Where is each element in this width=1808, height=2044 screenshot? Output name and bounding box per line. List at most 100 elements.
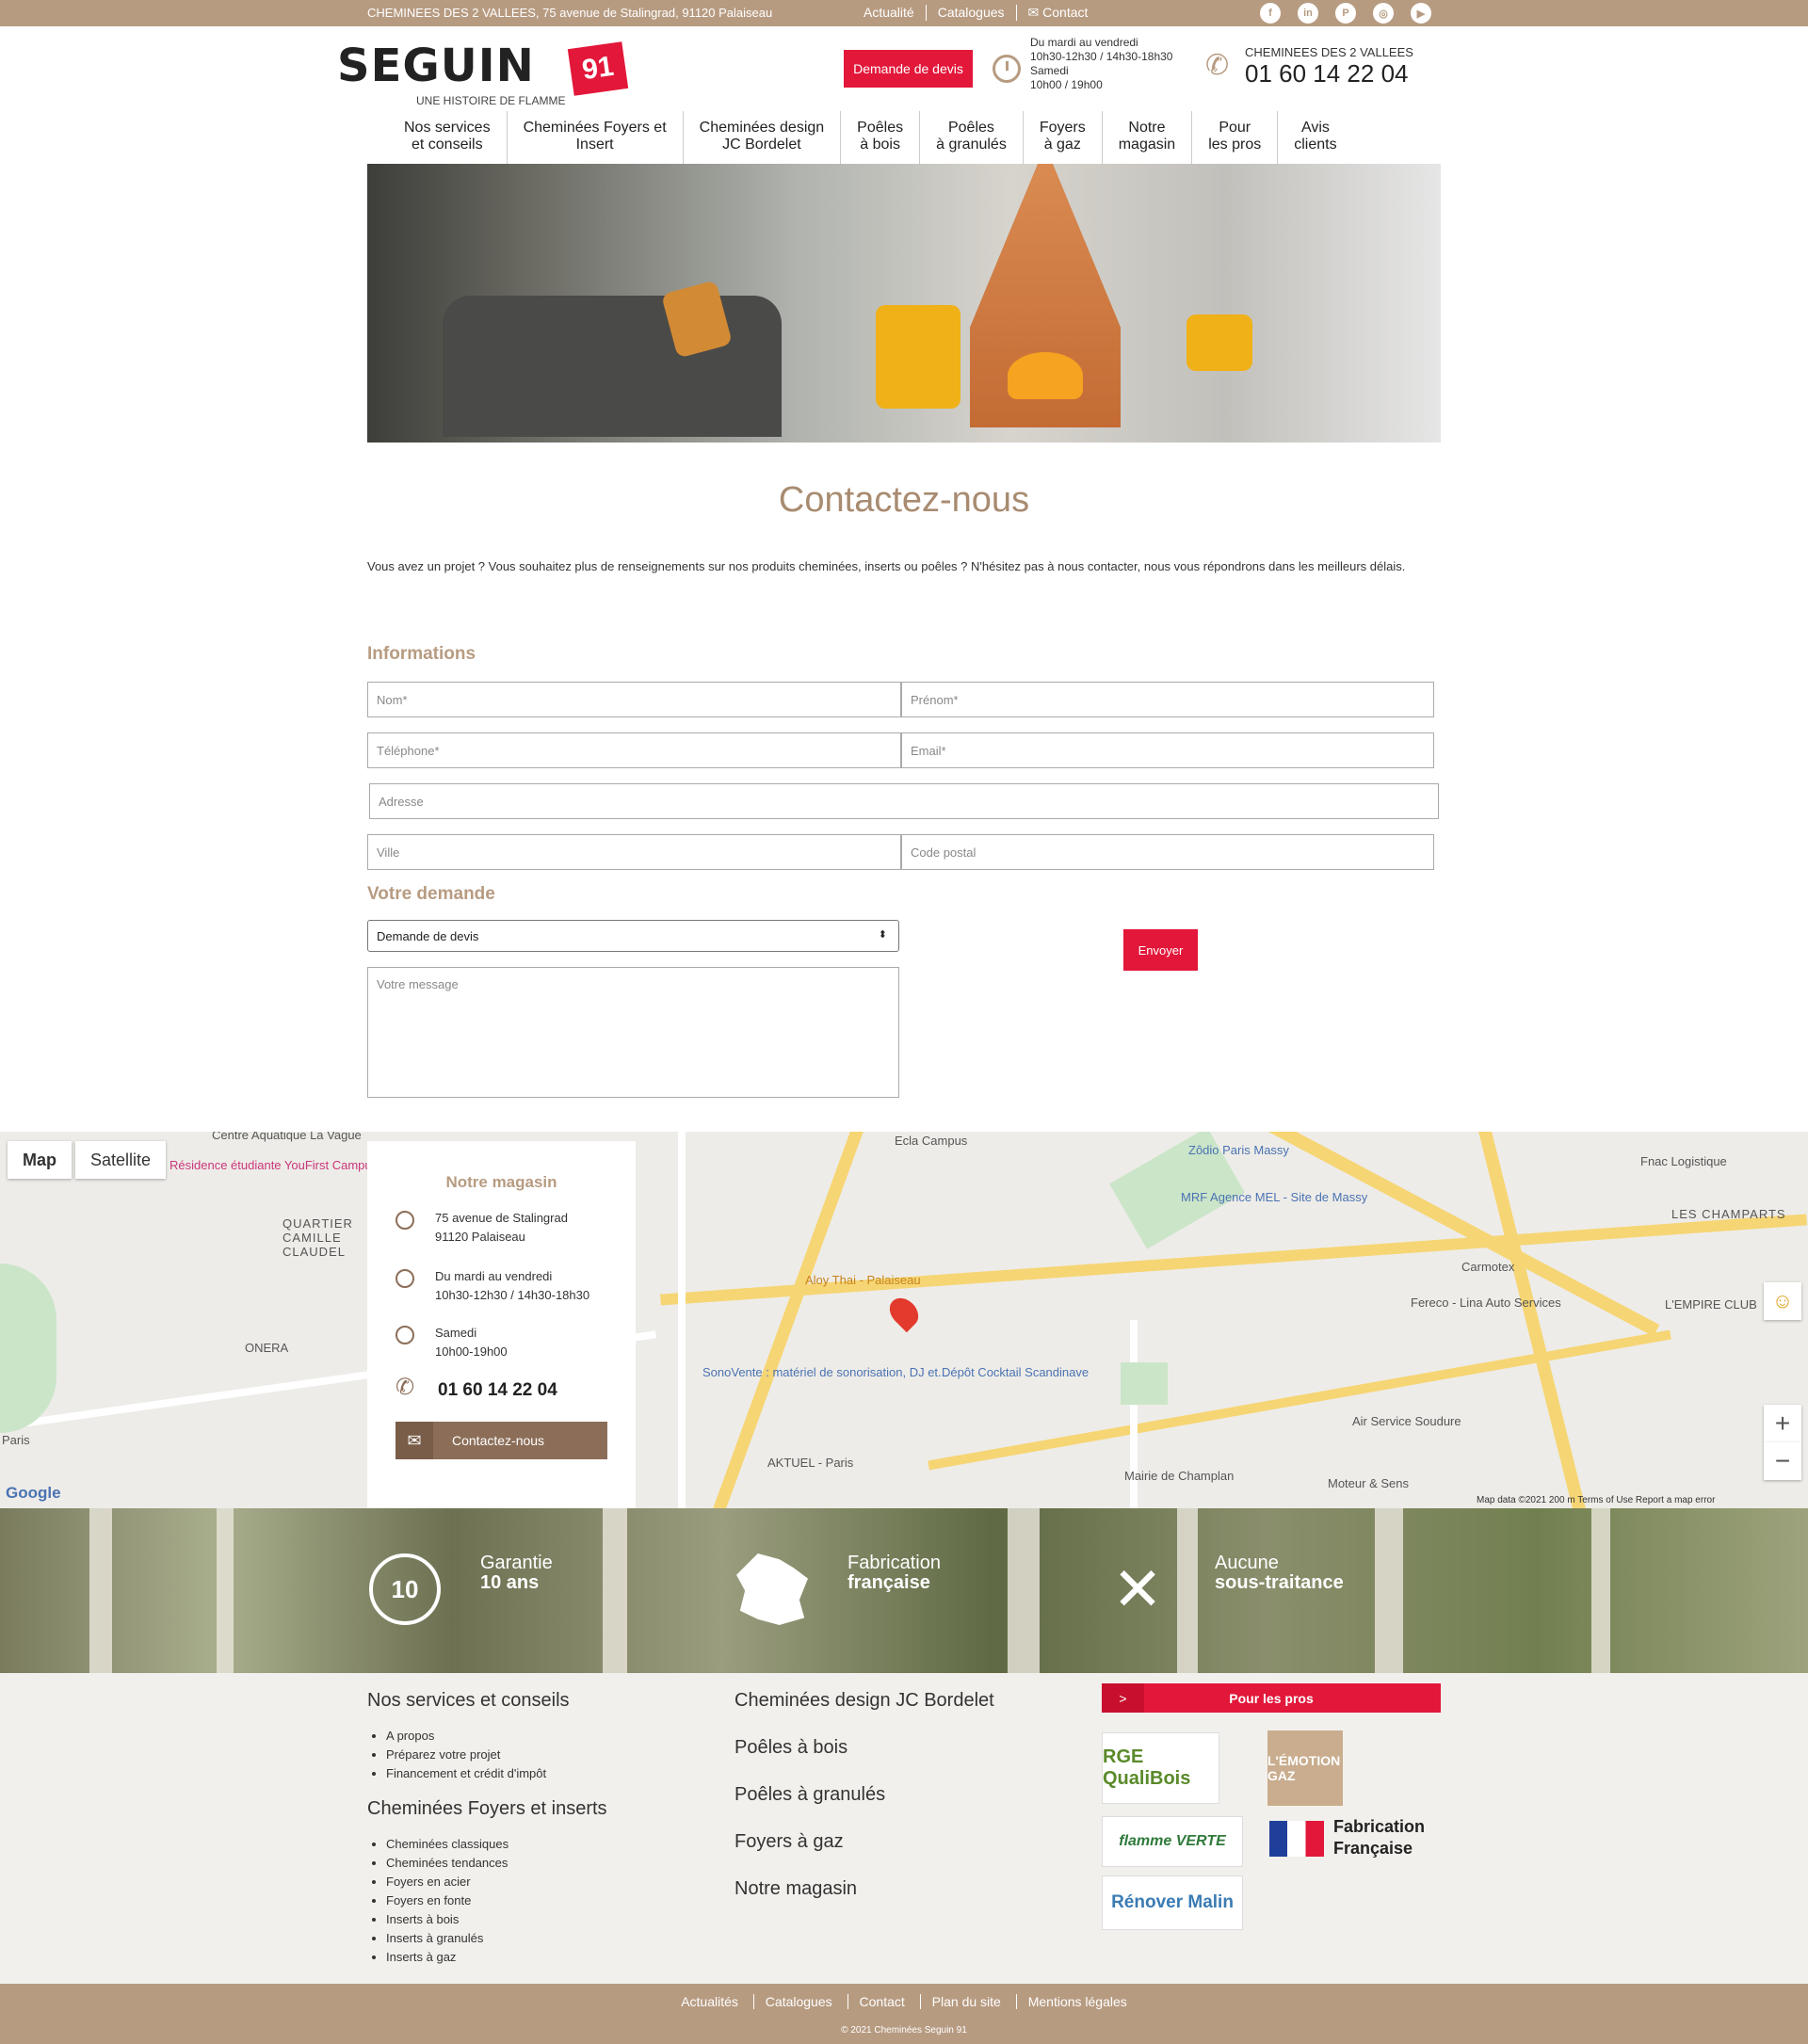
- nav-cheminees-foyers[interactable]: Cheminées Foyers et Insert: [506, 111, 683, 164]
- bottom-link[interactable]: Mentions légales: [1015, 1994, 1138, 2009]
- bottom-link[interactable]: Actualités: [670, 1994, 750, 2009]
- footer-link[interactable]: Cheminées design JC Bordelet: [734, 1690, 994, 1712]
- footer-heading[interactable]: Cheminées Foyers et inserts: [367, 1798, 607, 1820]
- phone-number[interactable]: 01 60 14 22 04: [1245, 59, 1413, 89]
- zoom-out-button[interactable]: −: [1764, 1442, 1801, 1480]
- store-phone[interactable]: 01 60 14 22 04: [438, 1380, 557, 1401]
- tree-trunk: [1375, 1508, 1403, 1673]
- map-label: L'EMPIRE CLUB: [1665, 1297, 1757, 1312]
- nav-label: clients: [1294, 137, 1337, 153]
- linkedin-icon[interactable]: in: [1298, 3, 1318, 24]
- footer-col-1: Nos services et conseils A propos Prépar…: [367, 1690, 607, 1967]
- adresse-field[interactable]: Adresse: [369, 783, 1439, 819]
- link-actualite[interactable]: Actualité: [852, 5, 926, 21]
- nav-poeles-granules[interactable]: Poêles à granulés: [919, 111, 1023, 164]
- hours-line: Du mardi au vendredi: [435, 1269, 553, 1283]
- footer-link[interactable]: Financement et crédit d'impôt: [386, 1764, 607, 1783]
- header-phone[interactable]: CHEMINEES DES 2 VALLEES 01 60 14 22 04: [1245, 45, 1413, 89]
- top-links: Actualité Catalogues ✉ Contact: [852, 5, 1099, 21]
- nav-magasin[interactable]: Notre magasin: [1101, 111, 1191, 164]
- map-label: MRF Agence MEL - Site de Massy: [1181, 1190, 1368, 1204]
- quote-request-button[interactable]: Demande de devis: [844, 50, 973, 88]
- instagram-icon[interactable]: ◎: [1373, 3, 1394, 24]
- page-title: Contactez-nous: [778, 480, 1030, 520]
- youtube-icon[interactable]: ▶: [1411, 3, 1431, 24]
- map-road: [713, 1132, 864, 1508]
- main-nav: Nos services et conseils Cheminées Foyers…: [388, 111, 1353, 164]
- footer-link[interactable]: Inserts à granulés: [386, 1929, 607, 1948]
- bottom-link[interactable]: Plan du site: [919, 1994, 1012, 2009]
- chevron-right-icon: >: [1102, 1683, 1144, 1713]
- logo-tagline: UNE HISTOIRE DE FLAMME: [416, 94, 566, 107]
- hero-sofa: [443, 296, 782, 437]
- site-logo[interactable]: SEGUIN 91 UNE HISTOIRE DE FLAMME: [337, 40, 629, 107]
- footer-link[interactable]: Foyers à gaz: [734, 1831, 844, 1853]
- message-textarea[interactable]: Votre message: [367, 967, 899, 1098]
- tree-trunk: [89, 1508, 112, 1673]
- footer-link[interactable]: Cheminées classiques: [386, 1835, 607, 1854]
- email-field[interactable]: Email*: [901, 732, 1434, 768]
- map-label: Fereco - Lina Auto Services: [1411, 1296, 1561, 1310]
- footer-link[interactable]: Inserts à gaz: [386, 1948, 607, 1967]
- copyright: © 2021 Cheminées Seguin 91: [841, 2025, 967, 2036]
- usp-no-subcontracting: Aucune sous-traitance: [1215, 1553, 1344, 1593]
- usp-line: sous-traitance: [1215, 1572, 1344, 1593]
- footer-heading[interactable]: Nos services et conseils: [367, 1690, 607, 1712]
- footer-link[interactable]: Notre magasin: [734, 1878, 857, 1900]
- footer-link[interactable]: Cheminées tendances: [386, 1854, 607, 1873]
- code-postal-field[interactable]: Code postal: [901, 834, 1434, 870]
- nav-label: Cheminées design: [699, 120, 825, 136]
- demande-heading: Votre demande: [367, 884, 495, 904]
- footer-link[interactable]: Foyers en acier: [386, 1873, 607, 1891]
- nav-foyers-gaz[interactable]: Foyers à gaz: [1022, 111, 1102, 164]
- map-label: Air Service Soudure: [1352, 1414, 1461, 1428]
- map-footer[interactable]: Map data ©2021 200 m Terms of Use Report…: [1477, 1495, 1715, 1505]
- nav-label: Avis: [1300, 120, 1330, 136]
- hero-flame: [1008, 352, 1083, 399]
- store-heading: Notre magasin: [445, 1173, 557, 1191]
- store-card: Notre magasin 75 avenue de Stalingrad 911…: [367, 1141, 636, 1508]
- link-catalogues[interactable]: Catalogues: [925, 5, 1016, 21]
- map-label: Centre Aquatique La Vague: [212, 1132, 362, 1142]
- usp-guarantee: Garantie 10 ans: [480, 1553, 553, 1593]
- clock-icon: [993, 55, 1021, 83]
- bottom-link[interactable]: Catalogues: [752, 1994, 844, 2009]
- nav-poeles-bois[interactable]: Poêles à bois: [840, 111, 919, 164]
- facebook-icon[interactable]: f: [1260, 3, 1281, 24]
- nav-cheminees-design[interactable]: Cheminées design JC Bordelet: [682, 111, 841, 164]
- footer-link[interactable]: Poêles à granulés: [734, 1784, 885, 1806]
- submit-button[interactable]: Envoyer: [1123, 929, 1198, 971]
- info-heading: Informations: [367, 644, 476, 664]
- map-tab[interactable]: Map: [8, 1141, 72, 1179]
- bottom-link[interactable]: Contact: [847, 1994, 916, 2009]
- footer-link[interactable]: Préparez votre projet: [386, 1746, 607, 1764]
- satellite-tab[interactable]: Satellite: [75, 1141, 167, 1179]
- telephone-field[interactable]: Téléphone*: [367, 732, 901, 768]
- intro-text: Vous avez un projet ? Vous souhaitez plu…: [367, 559, 1406, 573]
- pros-label: Pour les pros: [1229, 1690, 1314, 1706]
- prenom-field[interactable]: Prénom*: [901, 682, 1434, 717]
- nom-field[interactable]: Nom*: [367, 682, 901, 717]
- footer-link[interactable]: A propos: [386, 1727, 607, 1746]
- request-type-select[interactable]: Demande de devis ⬍: [367, 920, 899, 952]
- nav-services[interactable]: Nos services et conseils: [388, 111, 507, 164]
- contact-button[interactable]: ✉ Contactez-nous: [396, 1422, 607, 1459]
- link-contact[interactable]: ✉ Contact: [1015, 5, 1100, 21]
- usp-line: Garantie: [480, 1553, 553, 1573]
- nav-pros[interactable]: Pour les pros: [1191, 111, 1277, 164]
- zoom-in-button[interactable]: +: [1764, 1405, 1801, 1442]
- map-road: [660, 1214, 1807, 1306]
- pros-button[interactable]: > Pour les pros: [1102, 1683, 1441, 1713]
- link-contact-label[interactable]: Contact: [1042, 5, 1088, 20]
- footer-link[interactable]: Inserts à bois: [386, 1910, 607, 1929]
- pinterest-icon[interactable]: P: [1335, 3, 1356, 24]
- address-line: 75 avenue de Stalingrad: [435, 1211, 568, 1225]
- map-label: QUARTIER CAMILLE CLAUDEL: [282, 1216, 353, 1259]
- location-pin-icon[interactable]: [883, 1292, 925, 1333]
- footer-link[interactable]: Foyers en fonte: [386, 1891, 607, 1910]
- google-map[interactable]: Map Satellite Centre Aquatique La Vague …: [0, 1132, 1808, 1508]
- ville-field[interactable]: Ville: [367, 834, 901, 870]
- street-view-icon[interactable]: ☺: [1764, 1282, 1801, 1320]
- nav-avis[interactable]: Avis clients: [1277, 111, 1352, 164]
- footer-link[interactable]: Poêles à bois: [734, 1737, 848, 1759]
